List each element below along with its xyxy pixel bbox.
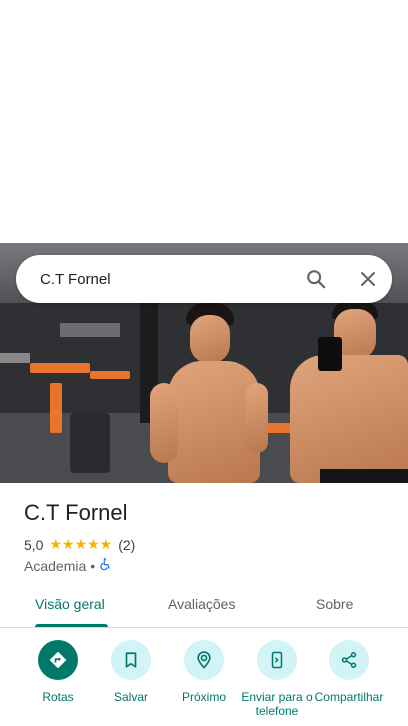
- send-to-phone-button[interactable]: Enviar para o telefone: [237, 640, 317, 718]
- search-input[interactable]: C.T Fornel: [40, 271, 292, 288]
- phone-in-photo: [318, 337, 342, 371]
- search-bar[interactable]: C.T Fornel: [16, 255, 392, 303]
- photo-bench: [70, 413, 110, 473]
- tab-reviews[interactable]: Avaliações: [168, 596, 235, 612]
- share-button[interactable]: Compartilhar: [309, 640, 389, 704]
- save-label: Salvar: [113, 690, 148, 704]
- tab-overview[interactable]: Visão geral: [35, 596, 105, 612]
- wheelchair-accessible-icon: [99, 557, 113, 574]
- photo-equipment: [30, 363, 90, 373]
- person-shorts: [320, 469, 408, 483]
- person-head: [190, 315, 230, 363]
- photo-equipment: [50, 383, 62, 433]
- category-line: Academia •: [24, 557, 113, 574]
- nearby-button[interactable]: Próximo: [164, 640, 244, 704]
- directions-label: Rotas: [42, 690, 74, 704]
- search-icon[interactable]: [292, 255, 340, 303]
- share-label: Compartilhar: [314, 690, 384, 704]
- photo-bar: [0, 353, 30, 363]
- tab-active-indicator: [35, 624, 108, 627]
- person-torso: [290, 355, 408, 483]
- share-icon: [329, 640, 369, 680]
- bookmark-icon: [111, 640, 151, 680]
- close-icon[interactable]: [344, 255, 392, 303]
- review-count: (2): [118, 536, 136, 553]
- photo-equipment: [90, 371, 130, 379]
- action-bar: Rotas Salvar Próximo Enviar para o telef…: [0, 640, 408, 726]
- send-to-phone-icon: [257, 640, 297, 680]
- directions-icon: [38, 640, 78, 680]
- nearby-icon: [184, 640, 224, 680]
- directions-button[interactable]: Rotas: [18, 640, 98, 704]
- place-title: C.T Fornel: [24, 500, 128, 525]
- star-rating: ★★★★★: [49, 536, 113, 552]
- person-arm: [150, 383, 178, 463]
- send-to-phone-label: Enviar para o telefone: [241, 690, 313, 718]
- separator-dot: •: [90, 557, 96, 574]
- place-tabs: Visão geral Avaliações Sobre: [0, 588, 408, 628]
- place-category: Academia: [24, 557, 87, 574]
- save-button[interactable]: Salvar: [91, 640, 171, 704]
- nearby-label: Próximo: [181, 690, 226, 704]
- rating-value: 5,0: [24, 536, 44, 553]
- person-arm: [246, 383, 268, 453]
- map-area-blank: [0, 0, 408, 243]
- rating-line[interactable]: 5,0 ★★★★★ (2): [24, 536, 135, 553]
- tab-about[interactable]: Sobre: [316, 596, 353, 612]
- photo-sign: [60, 323, 120, 337]
